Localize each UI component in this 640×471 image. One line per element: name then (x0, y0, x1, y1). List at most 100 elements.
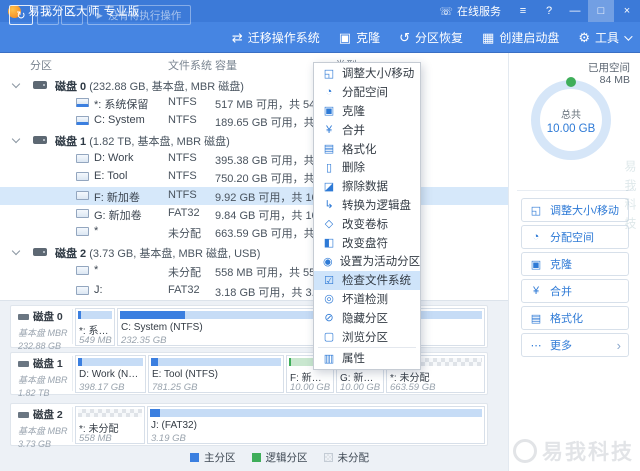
menu-item-label: 分配空间 (342, 84, 388, 100)
clone-tool-button[interactable]: ▣ 克隆 (339, 29, 380, 46)
partition-row[interactable]: *: 系统保留 NTFS 517 MB 可用，共 549 MB (0, 94, 508, 112)
menu-item-resize-move[interactable]: ◱调整大小/移动 (314, 64, 420, 83)
create-bootdisk-button[interactable]: ▦ 创建启动盘 (482, 29, 559, 46)
menu-item-merge[interactable]: ¥合并 (314, 120, 420, 139)
redo-button[interactable]: ↷ (61, 5, 83, 25)
partition-recovery-button[interactable]: ↺ 分区恢复 (399, 29, 463, 46)
partition-fs: NTFS (168, 170, 197, 182)
partition-row[interactable]: * 未分配 663.59 GB 可用，共 663.59 GB (0, 223, 508, 241)
disk-row[interactable]: 磁盘 1 (1.82 TB, 基本盘, MBR 磁盘) (0, 131, 508, 149)
map-partition-size: 558 MB (79, 433, 112, 444)
map-partition[interactable]: C: System (NTFS) 232.35 GB (117, 308, 485, 346)
migrate-os-icon: ⇄ (232, 30, 243, 46)
partition-fs: 未分配 (168, 225, 201, 241)
app-window: 易我分区大师 专业版 ☏ 在线服务 ≡ ? — □ × ↻ ↶ ↷ ▶ 没有待执… (0, 0, 640, 471)
map-partition-label: C: System (NTFS) (121, 322, 482, 333)
menu-item-delete[interactable]: ▯删除 (314, 158, 420, 177)
map-partition-label: E: Tool (NTFS) (152, 369, 281, 380)
brand-logo-icon (513, 439, 537, 463)
partition-icon (76, 154, 89, 163)
sidebar: 已用空间 84 MB 总共 10.00 GB ◱ 调整大小/移动 ◔ 分配空间 … (508, 53, 640, 471)
partition-row[interactable]: G: 新加卷 FAT32 9.84 GB 可用，共 10.00 GB (0, 205, 508, 223)
map-partition[interactable]: *: 系统保留 549 MB (75, 308, 115, 346)
help-icon: ? (546, 5, 552, 17)
convert-logical-icon: ↳ (323, 198, 335, 211)
menu-item-label: 改变卷标 (342, 216, 388, 232)
partition-row-selected[interactable]: F: 新加卷 NTFS 9.92 GB 可用，共 10.00 GB (0, 187, 508, 205)
partition-fs: 未分配 (168, 264, 201, 280)
close-button[interactable]: × (614, 0, 640, 22)
hamburger-icon: ≡ (520, 5, 526, 17)
format-label: 格式化 (550, 310, 583, 326)
menu-item-wipe-data[interactable]: ◪擦除数据 (314, 177, 420, 196)
refresh-button[interactable]: ↻ (9, 5, 33, 25)
map-partition[interactable]: *: 未分配 558 MB (75, 406, 145, 444)
menu-item-format[interactable]: ▤格式化 (314, 139, 420, 158)
app-menu-button[interactable]: ≡ (510, 0, 536, 22)
menu-item-change-drive-letter[interactable]: ◧改变盘符 (314, 233, 420, 252)
clone-icon: ▣ (530, 258, 542, 271)
disk-info: 磁盘 0 基本盘 MBR 232.88 GB (18, 309, 70, 351)
col-filesystem: 文件系统 (168, 57, 212, 73)
disk-icon (33, 136, 47, 144)
disk-kind: 基本盘 MBR (18, 373, 70, 386)
menu-item-browse-partition[interactable]: ▢浏览分区 (314, 327, 420, 346)
disk-size: 1.82 TB (18, 388, 70, 398)
menu-item-convert-logical[interactable]: ↳ 转换为逻辑盘 (314, 196, 420, 215)
partition-row[interactable]: E: Tool NTFS 750.20 GB 可用，共 781.25 GB (0, 168, 508, 186)
partition-row[interactable]: C: System NTFS 189.65 GB 可用，共 232.35 GB (0, 112, 508, 130)
wrench-icon: ⚙ (578, 30, 590, 46)
menu-item-change-label[interactable]: ◇改变卷标 (314, 214, 420, 233)
pending-operations-button[interactable]: ▶ 没有待执行操作 (87, 5, 191, 25)
disk-icon (33, 248, 47, 256)
partition-row[interactable]: * 未分配 558 MB 可用，共 558 MB (0, 262, 508, 280)
menu-item-hide-partition[interactable]: ⊘隐藏分区 (314, 308, 420, 327)
menu-item-bad-sector-check[interactable]: ◎坏道检测 (314, 290, 420, 309)
partition-icon (76, 286, 89, 295)
more-button[interactable]: ⋯ 更多 › (521, 333, 629, 357)
online-service-button[interactable]: ☏ 在线服务 (430, 0, 510, 22)
menu-item-label: 擦除数据 (342, 178, 388, 194)
minimize-icon: — (570, 5, 581, 17)
minimize-button[interactable]: — (562, 0, 588, 22)
map-partition-size: 10.00 GB (340, 382, 380, 393)
merge-button[interactable]: ¥ 合并 (521, 279, 629, 303)
menu-item-allocate-space[interactable]: ◔分配空间 (314, 83, 420, 102)
map-partition[interactable]: D: Work (NTFS) 398.17 GB (75, 355, 146, 393)
properties-icon: ▥ (323, 352, 335, 365)
resize-move-button[interactable]: ◱ 调整大小/移动 (521, 198, 629, 222)
menu-item-check-filesystem[interactable]: ☑检查文件系统 (314, 271, 420, 290)
format-button[interactable]: ▤ 格式化 (521, 306, 629, 330)
maximize-button[interactable]: □ (588, 0, 614, 22)
partition-row[interactable]: D: Work NTFS 395.38 GB 可用，共 398.17 GB (0, 150, 508, 168)
set-active-icon: ◉ (323, 255, 333, 268)
menu-item-clone[interactable]: ▣克隆 (314, 102, 420, 121)
map-partition[interactable]: J: (FAT32) 3.19 GB (147, 406, 485, 444)
partition-row[interactable]: J: FAT32 3.18 GB 可用，共 3.19 GB (0, 282, 508, 300)
disk-row[interactable]: 磁盘 2 (3.73 GB, 基本盘, MBR 磁盘, USB) (0, 243, 508, 261)
menu-item-label: 格式化 (342, 141, 377, 157)
map-partition-label: D: Work (NTFS) (79, 369, 143, 380)
undo-button[interactable]: ↶ (37, 5, 59, 25)
map-partition[interactable]: E: Tool (NTFS) 781.25 GB (148, 355, 284, 393)
clone-button[interactable]: ▣ 克隆 (521, 252, 629, 276)
disk-row[interactable]: 磁盘 0 (232.88 GB, 基本盘, MBR 磁盘) (0, 76, 508, 94)
resize-move-label: 调整大小/移动 (550, 202, 619, 218)
menu-item-properties[interactable]: ▥属性 (314, 349, 420, 368)
map-partition-size: 232.35 GB (121, 335, 166, 346)
menu-item-label: 转换为逻辑盘 (342, 197, 411, 213)
partition-icon (76, 172, 89, 181)
help-button[interactable]: ? (536, 0, 562, 22)
allocate-space-button[interactable]: ◔ 分配空间 (521, 225, 629, 249)
disk-icon (18, 314, 29, 320)
used-space-label: 已用空间 (588, 62, 630, 74)
tools-menu-button[interactable]: ⚙ 工具 (578, 29, 630, 46)
clone-label: 克隆 (356, 29, 380, 46)
menu-item-set-active[interactable]: ◉设置为活动分区 (314, 252, 420, 271)
partition-icon (76, 266, 89, 275)
migrate-os-button[interactable]: ⇄ 迁移操作系统 (232, 29, 320, 46)
menu-item-label: 隐藏分区 (342, 310, 388, 326)
menu-item-label: 浏览分区 (342, 329, 388, 345)
refresh-icon: ↻ (16, 9, 25, 22)
more-label: 更多 (550, 337, 572, 353)
